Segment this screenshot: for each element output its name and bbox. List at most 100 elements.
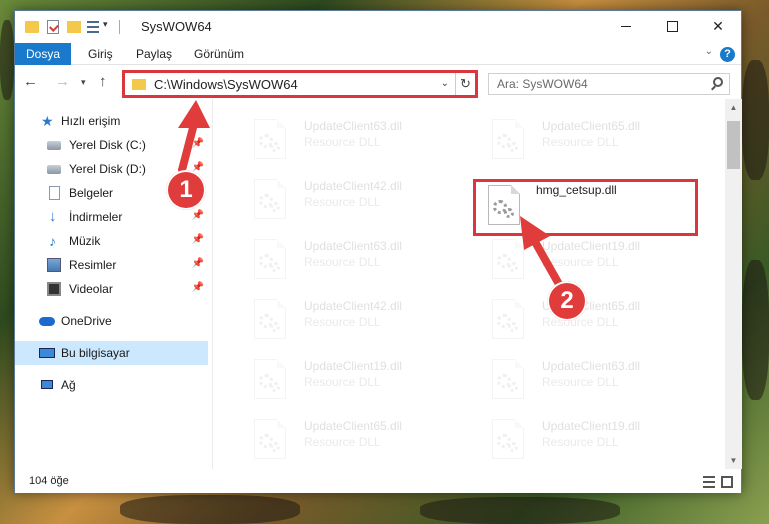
ribbon-expand-icon[interactable]: ⌄ — [705, 46, 713, 57]
search-icon[interactable] — [713, 77, 723, 87]
documents-icon — [49, 186, 60, 200]
dll-file-icon — [492, 239, 524, 279]
chevron-down-icon[interactable]: ▾ — [103, 19, 108, 35]
list-item[interactable]: UpdateClient42.dll Resource DLL — [234, 177, 444, 231]
large-icons-view-icon[interactable] — [721, 476, 733, 488]
pin-icon[interactable]: 📌 — [192, 138, 204, 149]
cloud-icon — [39, 317, 55, 326]
music-icon: ♪ — [49, 233, 56, 249]
file-name: UpdateClient63.dll — [542, 359, 641, 373]
computer-icon — [39, 348, 55, 358]
file-name: UpdateClient42.dll — [304, 299, 403, 313]
new-folder-icon[interactable] — [67, 21, 81, 33]
item-count: 104 öğe — [29, 475, 69, 487]
properties-icon[interactable] — [47, 20, 59, 34]
list-item[interactable]: UpdateClient63.dll Resource DLL — [472, 357, 682, 411]
file-list: UpdateClient63.dll Resource DLL UpdateCl… — [214, 99, 724, 469]
sidebar-item-label: OneDrive — [61, 314, 112, 328]
tab-file[interactable]: Dosya — [15, 43, 71, 65]
maximize-button[interactable] — [649, 11, 695, 41]
background-stripe — [742, 260, 769, 400]
dll-file-icon — [254, 179, 286, 219]
search-input[interactable]: Ara: SysWOW64 — [488, 73, 730, 95]
scroll-up-icon[interactable]: ▲ — [725, 99, 742, 116]
file-type: Resource DLL — [304, 195, 381, 209]
file-name: UpdateClient19.dll — [542, 239, 641, 253]
details-view-icon[interactable] — [703, 476, 715, 488]
file-type: Resource DLL — [304, 315, 381, 329]
background-stripe — [0, 20, 14, 100]
address-bar[interactable]: C:\Windows\SysWOW64 ⌄ ↻ — [122, 70, 478, 98]
callout-badge-2: 2 — [547, 281, 587, 321]
sidebar-item-music[interactable]: ♪ Müzik 📌 — [15, 229, 208, 253]
pin-icon[interactable]: 📌 — [192, 210, 204, 221]
scroll-down-icon[interactable]: ▼ — [725, 452, 742, 469]
list-item[interactable]: UpdateClient19.dll Resource DLL — [472, 417, 682, 469]
list-item[interactable]: UpdateClient19.dll Resource DLL — [234, 357, 444, 411]
pin-icon[interactable]: 📌 — [192, 234, 204, 245]
status-bar: 104 öğe — [15, 471, 741, 493]
star-icon: ★ — [41, 113, 54, 129]
sidebar-item-label: Belgeler — [69, 186, 114, 200]
up-arrow-icon[interactable]: ↑ — [99, 73, 107, 90]
forward-arrow-icon[interactable]: → — [55, 73, 70, 90]
dll-file-icon — [492, 419, 524, 459]
recent-locations-icon[interactable]: ▾ — [81, 77, 86, 88]
list-icon[interactable] — [87, 21, 99, 33]
dll-file-icon — [254, 239, 286, 279]
pin-icon[interactable]: 📌 — [192, 258, 204, 269]
tab-view[interactable]: Görünüm — [183, 43, 255, 65]
divider — [119, 20, 120, 34]
file-type: Resource DLL — [304, 375, 381, 389]
file-name: UpdateClient42.dll — [304, 179, 403, 193]
chevron-down-icon[interactable]: ⌄ — [441, 78, 449, 89]
title-bar: ▾ SysWOW64 ✕ — [15, 11, 741, 43]
list-item[interactable]: UpdateClient65.dll Resource DLL — [472, 117, 682, 171]
vertical-scrollbar[interactable]: ▲ ▼ — [725, 99, 742, 469]
sidebar-item-network[interactable]: Ağ — [15, 373, 208, 397]
pictures-icon — [47, 258, 61, 272]
file-name: UpdateClient19.dll — [542, 419, 641, 433]
file-type: Resource DLL — [542, 315, 619, 329]
sidebar-item-quick-access[interactable]: ★ Hızlı erişim — [15, 109, 208, 133]
navigation-bar: ← → ▾ ↑ C:\Windows\SysWOW64 ⌄ ↻ Ara: Sys… — [15, 67, 741, 99]
tab-share[interactable]: Paylaş — [125, 43, 183, 65]
address-path[interactable]: C:\Windows\SysWOW64 — [154, 77, 298, 92]
tab-home[interactable]: Giriş — [77, 43, 124, 65]
scroll-thumb[interactable] — [727, 121, 740, 169]
sidebar-item-label: Hızlı erişim — [61, 114, 121, 128]
list-item[interactable]: UpdateClient42.dll Resource DLL — [234, 297, 444, 351]
sidebar-item-this-pc[interactable]: Bu bilgisayar — [15, 341, 208, 365]
dll-file-icon — [492, 299, 524, 339]
videos-icon — [47, 282, 61, 296]
explorer-window: ▾ SysWOW64 ✕ Dosya Giriş Paylaş Görünüm … — [14, 10, 742, 493]
folder-icon[interactable] — [25, 21, 39, 33]
list-item[interactable]: UpdateClient63.dll Resource DLL — [234, 237, 444, 291]
dll-file-icon — [254, 119, 286, 159]
highlight-frame — [473, 179, 698, 236]
background-stripe — [420, 497, 620, 524]
sidebar-item-label: Ağ — [61, 378, 76, 392]
disk-icon — [47, 165, 61, 174]
dll-file-icon — [254, 419, 286, 459]
file-name: UpdateClient65.dll — [304, 419, 403, 433]
dll-file-icon — [492, 119, 524, 159]
list-item[interactable]: UpdateClient65.dll Resource DLL — [234, 417, 444, 469]
file-type: Resource DLL — [542, 135, 619, 149]
callout-badge-1: 1 — [166, 170, 206, 210]
sidebar-item-pictures[interactable]: Resimler 📌 — [15, 253, 208, 277]
back-arrow-icon[interactable]: ← — [23, 73, 38, 90]
pin-icon[interactable]: 📌 — [192, 282, 204, 293]
ribbon-tabs: Dosya Giriş Paylaş Görünüm ⌄ ? — [15, 43, 741, 65]
sidebar-item-onedrive[interactable]: OneDrive — [15, 309, 208, 333]
refresh-icon[interactable]: ↻ — [455, 73, 475, 95]
window-title: SysWOW64 — [141, 19, 212, 34]
sidebar-item-disk-c[interactable]: Yerel Disk (C:) 📌 — [15, 133, 208, 157]
list-item[interactable]: UpdateClient63.dll Resource DLL — [234, 117, 444, 171]
sidebar-item-label: Müzik — [69, 234, 101, 248]
minimize-button[interactable] — [603, 11, 649, 41]
close-button[interactable]: ✕ — [695, 11, 741, 41]
file-type: Resource DLL — [304, 255, 381, 269]
sidebar-item-videos[interactable]: Videolar 📌 — [15, 277, 208, 301]
help-icon[interactable]: ? — [720, 47, 735, 62]
